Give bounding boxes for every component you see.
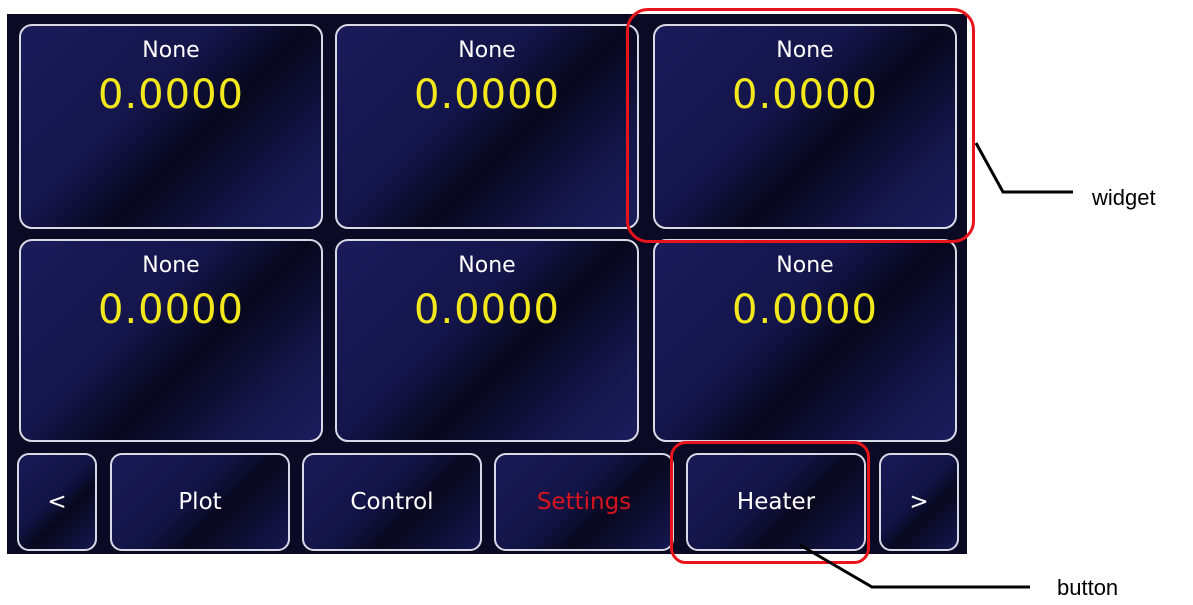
figure: None 0.0000 None 0.0000 None 0.0000 None… xyxy=(0,0,1193,605)
widget-callout-label: widget xyxy=(1092,185,1156,210)
button-leader-line xyxy=(799,543,1030,589)
button-callout-label: button xyxy=(1057,575,1119,600)
callout-leader-lines xyxy=(799,142,1073,589)
widget-leader-line xyxy=(974,142,1073,194)
